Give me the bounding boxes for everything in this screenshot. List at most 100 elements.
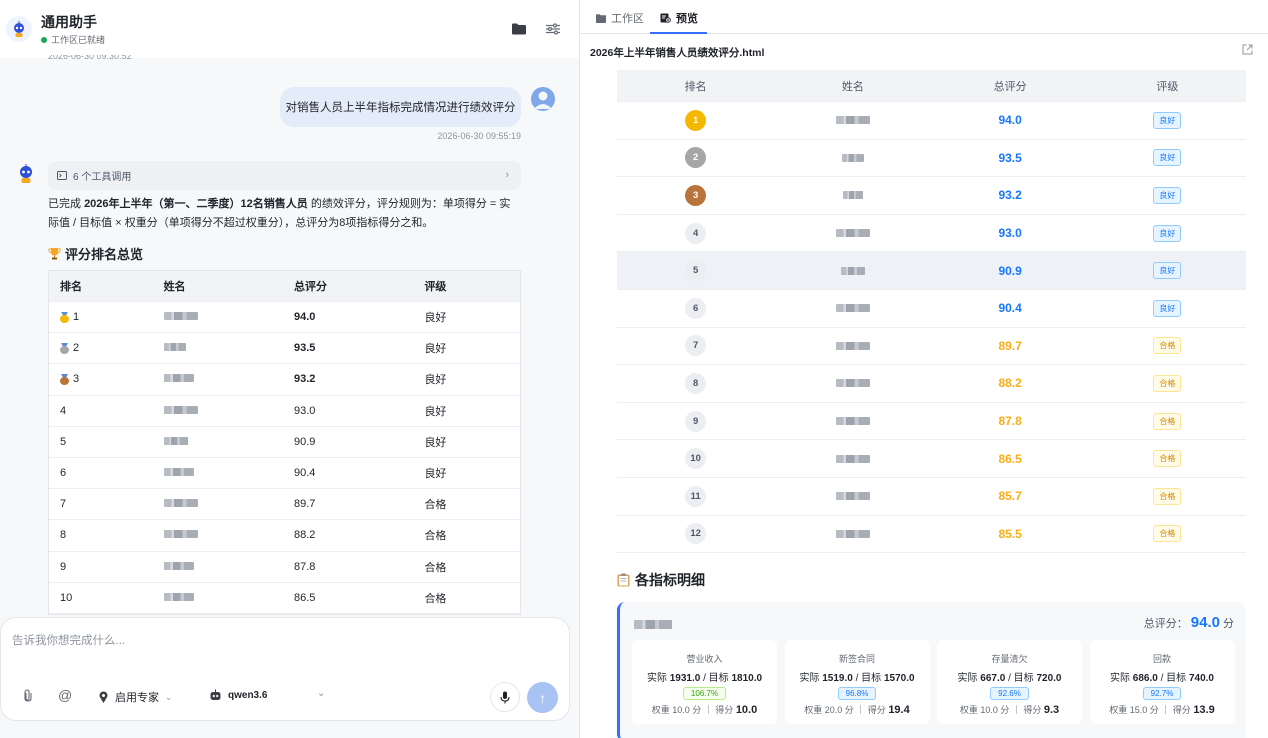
detail-title-text: 各指标明细 <box>635 572 705 588</box>
preview-score-cell: 86.5 <box>932 452 1089 466</box>
total-value: 94.0 <box>1190 614 1220 631</box>
external-link-icon[interactable] <box>1242 44 1253 55</box>
weight-value: 15.0 <box>1129 705 1148 715</box>
model-label: qwen3.6 <box>228 689 268 701</box>
expert-icon <box>99 691 108 703</box>
total-unit: 分 <box>1223 618 1234 630</box>
tab-preview[interactable]: 预览 <box>660 10 698 26</box>
metric-name: 营业收入 <box>686 654 723 664</box>
preview-name-cell <box>774 417 931 426</box>
settings-sliders-icon[interactable] <box>546 23 560 35</box>
redacted-name <box>841 153 864 162</box>
tab-workspace[interactable]: 工作区 <box>596 10 644 26</box>
preview-level-cell: 良好 <box>1089 299 1246 317</box>
score-cell: 88.2 <box>294 529 316 542</box>
send-button[interactable]: ↑ <box>527 682 558 713</box>
preview-table-row: 1 94.0 良好 <box>617 102 1246 140</box>
preview-table-row: 12 85.5 合格 <box>617 516 1246 554</box>
chat-input-box[interactable]: 告诉我你想完成什么... @ 启用专家 ⌄ qwen3.6 ⌄ ↑ <box>0 617 570 721</box>
preview-table-row: 6 90.4 良好 <box>617 290 1246 328</box>
score-value: 93.0 <box>998 226 1022 241</box>
metric-actual-target: 实际 686.0 / 目标 740.0 <box>1110 673 1214 684</box>
col-header-name: 姓名 <box>163 281 186 293</box>
score-value: 13.9 <box>1193 704 1215 716</box>
model-chevron-icon[interactable]: ⌄ <box>317 688 325 699</box>
model-selector[interactable]: qwen3.6 <box>209 689 267 701</box>
table-row: 7 89.7 合格 <box>49 489 520 521</box>
preview-score-cell: 88.2 <box>932 376 1089 390</box>
rank-value: 4 <box>60 404 67 417</box>
name-cell <box>154 561 284 573</box>
table-row: 10 86.5 合格 <box>49 583 520 614</box>
rank-badge: 7 <box>685 335 707 357</box>
redacted-name <box>835 417 870 426</box>
rank-badge: 12 <box>685 523 707 545</box>
preview-table-row: 11 85.7 合格 <box>617 478 1246 516</box>
folder-icon <box>596 13 606 23</box>
metric-name: 新签合同 <box>838 654 875 664</box>
completion-badge: 92.6% <box>990 687 1029 700</box>
redacted-name <box>163 561 194 570</box>
metric-name: 回款 <box>1152 654 1171 664</box>
arrow-up-icon: ↑ <box>539 689 546 706</box>
redacted-name <box>835 492 870 501</box>
rank-badge: 3 <box>685 184 707 206</box>
preview-name-cell <box>774 116 931 125</box>
preview-name-cell <box>774 191 931 200</box>
score-cell: 89.7 <box>294 498 316 511</box>
chat-header: 通用助手 工作区已就绪 <box>0 0 579 58</box>
summary-bold: 2026年上半年（第一、二季度）12名销售人员 <box>84 198 308 210</box>
level-cell: 合格 <box>424 592 447 605</box>
tool-calls-label: 6 个工具调用 <box>73 172 132 183</box>
preview-table-row: 2 93.5 良好 <box>617 140 1246 178</box>
level-cell: 合格 <box>424 499 447 512</box>
tool-calls-toggle[interactable]: 6 个工具调用 › <box>48 161 521 190</box>
level-cell: 合格 <box>424 530 447 543</box>
score-cell: 93.5 <box>294 342 316 355</box>
preview-level-cell: 良好 <box>1089 149 1246 167</box>
preview-col-rank: 排名 <box>684 80 707 93</box>
preview-col-score: 总评分 <box>993 80 1027 93</box>
microphone-button[interactable] <box>490 682 520 712</box>
file-name: 2026年上半年销售人员绩效评分.html <box>590 47 765 59</box>
metric-weight-score: 权重 15.0 分 ｜ 得分 13.9 <box>1109 704 1215 716</box>
attach-icon[interactable] <box>23 689 33 705</box>
user-timestamp: 2026-06-30 09:55:19 <box>437 131 521 141</box>
redacted-name <box>835 379 870 388</box>
level-cell: 良好 <box>424 343 447 356</box>
level-badge: 合格 <box>1153 525 1182 543</box>
preview-rank-cell: 1 <box>617 109 774 131</box>
redacted-name <box>163 374 194 383</box>
metric-actual-target: 实际 1931.0 / 目标 1810.0 <box>646 673 763 684</box>
completion-badge: 92.7% <box>1142 687 1182 700</box>
actual-value: 1519.0 <box>822 673 853 684</box>
completion-badge: 106.7% <box>682 687 727 700</box>
level-badge: 合格 <box>1153 337 1182 355</box>
name-cell <box>154 342 284 354</box>
preview-name-cell <box>774 229 931 238</box>
medal-icon <box>60 312 69 323</box>
name-cell <box>154 529 284 541</box>
preview-rank-cell: 4 <box>617 222 774 244</box>
rank-badge: 11 <box>685 485 707 507</box>
level-cell: 良好 <box>424 374 447 387</box>
expert-selector[interactable]: 启用专家 ⌄ <box>98 689 173 705</box>
rank-cell: 8 <box>49 529 154 541</box>
preview-col-level: 评级 <box>1156 80 1179 93</box>
preview-name-cell <box>774 379 931 388</box>
metric-weight-score: 权重 20.0 分 ｜ 得分 19.4 <box>804 704 910 716</box>
user-avatar <box>531 87 555 111</box>
table-row: 3 93.2 良好 <box>49 364 520 396</box>
bot-avatar <box>6 16 32 42</box>
metric-actual-target: 实际 667.0 / 目标 720.0 <box>957 673 1062 684</box>
expert-label: 启用专家 <box>115 692 159 704</box>
mention-icon[interactable]: @ <box>58 687 72 703</box>
chat-input-placeholder[interactable]: 告诉我你想完成什么... <box>12 632 125 648</box>
score-cell: 93.0 <box>294 404 316 417</box>
level-cell: 良好 <box>424 436 447 449</box>
folder-icon[interactable] <box>512 23 526 35</box>
preview-rank-cell: 10 <box>617 448 774 470</box>
preview-ranking-table: 排名 姓名 总评分 评级 1 94.0 良好 2 93.5 良好 3 93.2 良好 4 93.0 良… <box>617 70 1246 554</box>
preview-rank-cell: 6 <box>617 297 774 319</box>
level-badge: 合格 <box>1153 412 1182 430</box>
